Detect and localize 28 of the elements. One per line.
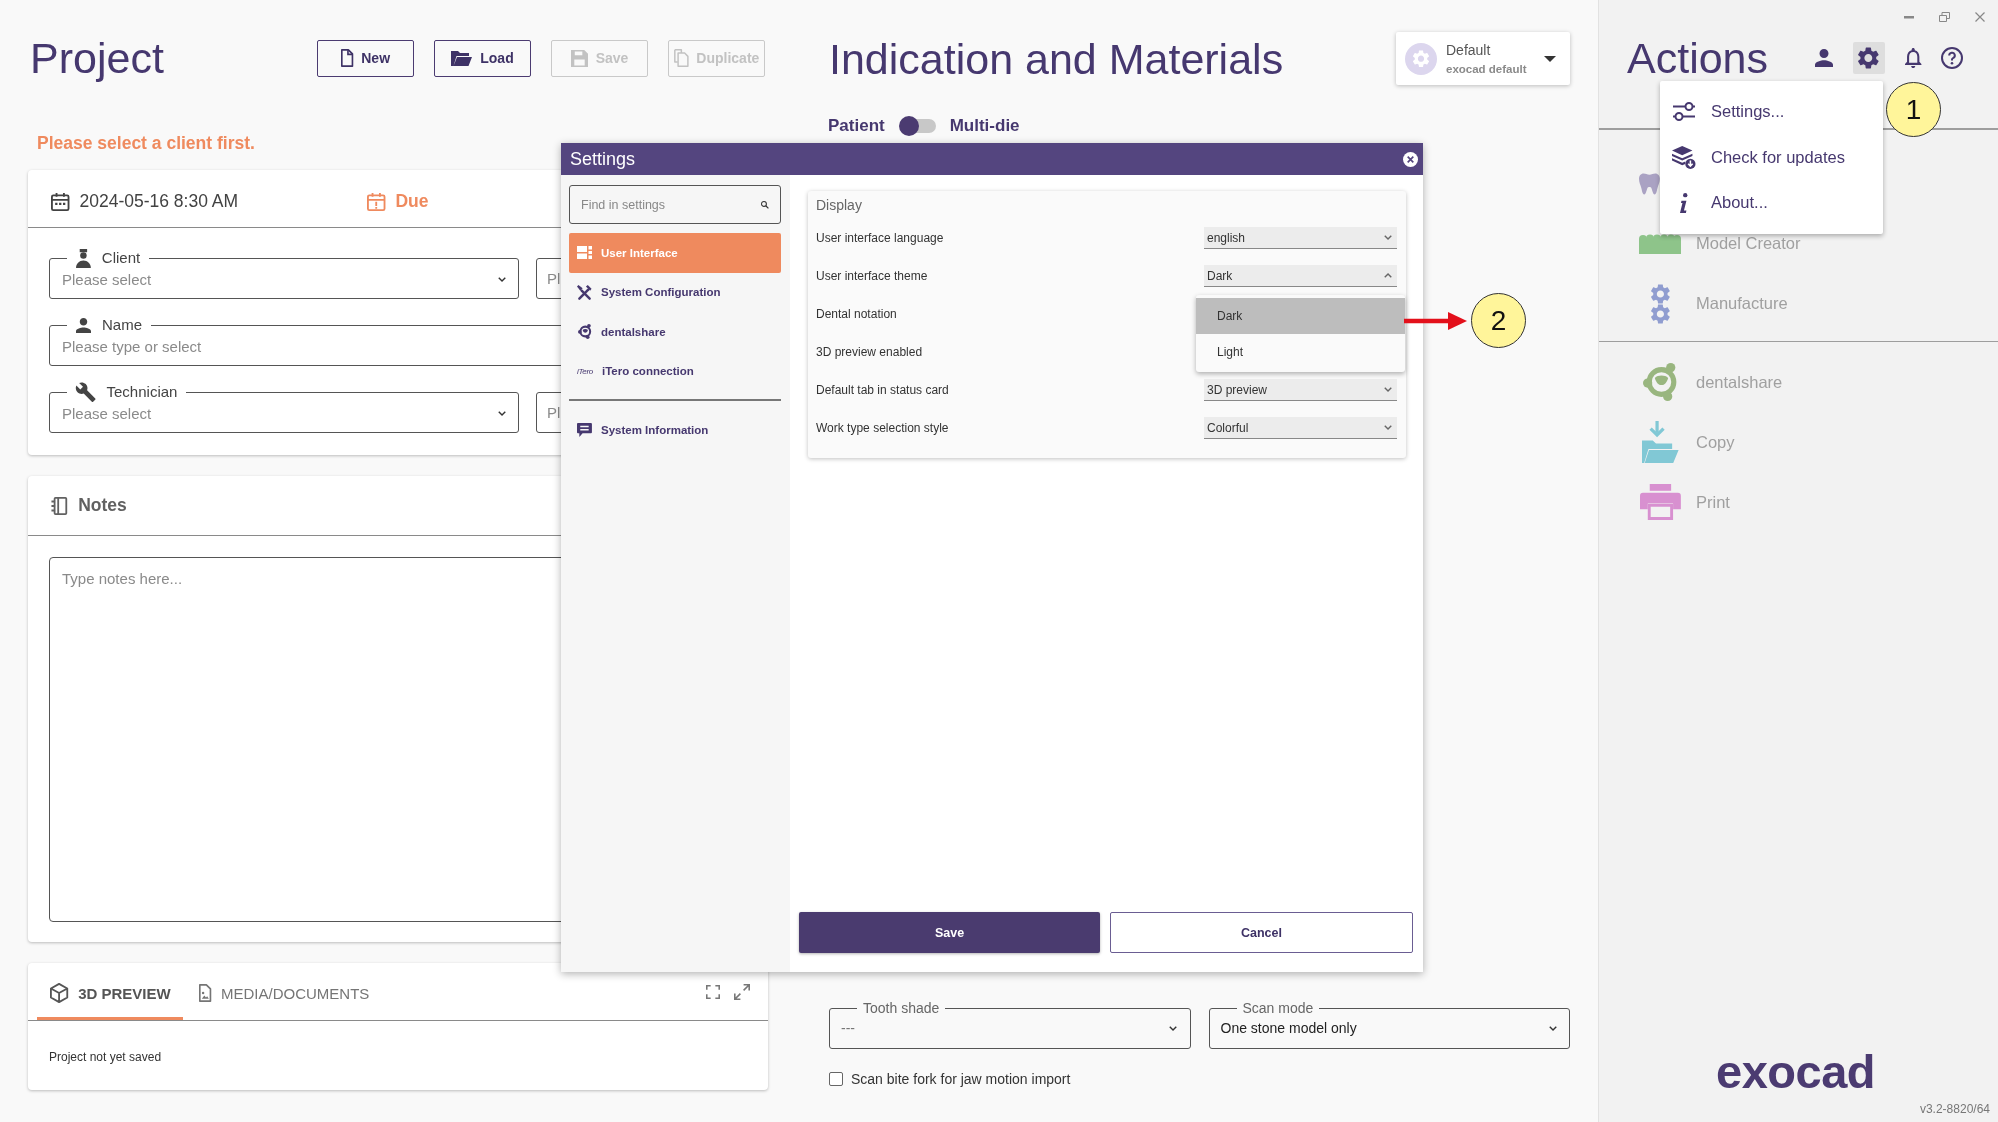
field-label: Scan mode <box>1242 1000 1314 1016</box>
field-label: Tooth shade <box>863 1000 940 1016</box>
due-date: 2024-05-16 8:30 AM <box>79 191 239 212</box>
setting-label: Default tab in status card <box>816 383 949 397</box>
field-label: Technician <box>106 382 178 402</box>
due-label: Due <box>395 191 429 212</box>
section-title: Display <box>816 196 863 215</box>
logo-text: iTero <box>577 366 593 376</box>
status-text: Project not yet saved <box>48 1049 163 1064</box>
field-label: Client <box>101 248 141 268</box>
page-title: Indication and Materials <box>829 33 1284 85</box>
setting-label: 3D preview enabled <box>816 345 923 359</box>
page-title: Project <box>30 33 164 84</box>
version-label: v3.2-8820/64 <box>1919 1102 1990 1116</box>
setting-label: User interface theme <box>816 269 928 283</box>
setting-label: Work type selection style <box>816 421 949 435</box>
callout-number: 2 <box>1471 293 1526 348</box>
card-title: Notes <box>78 495 127 516</box>
dialog-title: Settings <box>570 148 636 170</box>
panel-title: Actions <box>1627 33 1768 84</box>
toggle-label: Patient <box>828 116 885 136</box>
toggle-label: Multi-die <box>949 116 1020 136</box>
field-label: Name <box>102 315 142 335</box>
brand-logo: exocad <box>1716 1049 1875 1095</box>
warning-message: Please select a client first. <box>37 132 255 155</box>
setting-label: Dental notation <box>816 307 897 321</box>
checkbox-label: Scan bite fork for jaw motion import <box>851 1071 1071 1087</box>
setting-label: User interface language <box>816 231 944 245</box>
